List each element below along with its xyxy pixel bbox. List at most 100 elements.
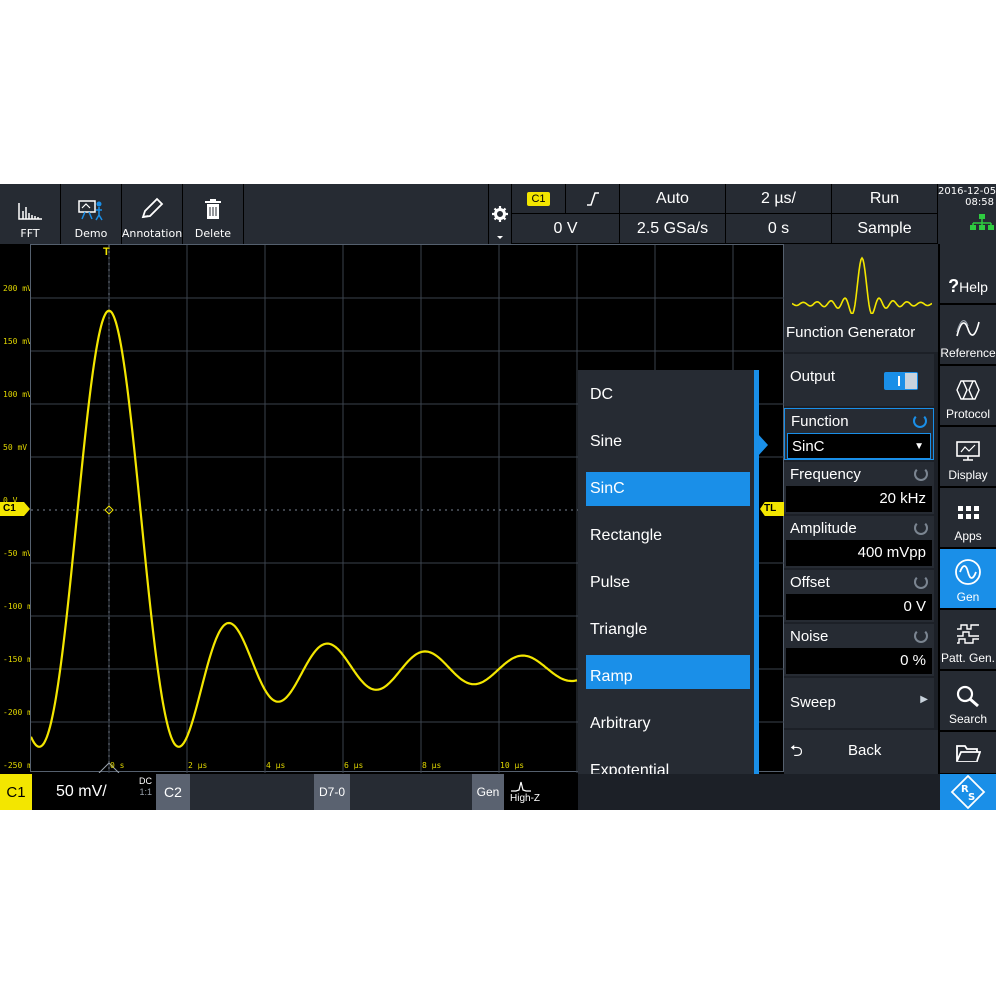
trigger-level-marker[interactable]: TL	[760, 502, 784, 516]
trigger-source-cell[interactable]: C1	[512, 184, 566, 214]
apps-icon	[958, 506, 979, 519]
function-option-arbitrary[interactable]: Arbitrary	[586, 707, 750, 741]
date-time: 2016-12-05 08:58	[938, 184, 996, 244]
sidenav-label: Apps	[954, 529, 982, 543]
gen-label[interactable]: Gen	[472, 774, 504, 810]
noise-input[interactable]: 0 %	[786, 648, 932, 674]
digital-channel-label[interactable]: D7-0	[314, 774, 350, 810]
pattern-icon	[957, 624, 979, 644]
function-option-sine[interactable]: Sine	[586, 425, 750, 459]
function-option-rectangle[interactable]: Rectangle	[586, 519, 750, 553]
sidenav-gen[interactable]: Gen	[940, 549, 996, 609]
acq-mode-cell[interactable]: Sample	[832, 214, 938, 244]
c1-coupling-value: DC	[139, 776, 152, 786]
function-row[interactable]: Function SinC ▼	[784, 408, 934, 460]
x-label: 8 µs	[422, 761, 442, 770]
gen-info[interactable]: High-Z	[504, 774, 578, 810]
function-value: SinC	[792, 438, 825, 455]
timebase-value: 2 µs/	[760, 189, 796, 207]
channel-offset-marker[interactable]: C1	[0, 502, 30, 516]
trigger-mode: Auto	[656, 189, 689, 207]
demo-button[interactable]: Demo	[61, 184, 122, 244]
timebase-cell[interactable]: 2 µs/	[726, 184, 832, 214]
sidenav-search[interactable]: Search	[940, 671, 996, 731]
search-icon	[956, 685, 979, 708]
gear-icon	[492, 206, 508, 239]
settings-button[interactable]	[488, 184, 512, 244]
c2-channel-label[interactable]: C2	[156, 774, 190, 810]
sidenav-label: Help	[959, 279, 988, 295]
reset-icon[interactable]	[913, 414, 927, 428]
trigger-level: 0 V	[553, 219, 578, 237]
trigger-mode-cell[interactable]: Auto	[620, 184, 726, 214]
gen-load: High-Z	[510, 792, 541, 804]
chevron-right-icon: ▶	[920, 694, 928, 705]
back-button[interactable]: ⮌ Back	[784, 730, 938, 774]
sidenav-protocol[interactable]: Protocol	[940, 366, 996, 426]
dropdown-pointer	[758, 434, 768, 456]
amplitude-input[interactable]: 400 mVpp	[786, 540, 932, 566]
c2-scale[interactable]	[190, 774, 314, 810]
sweep-row[interactable]: Sweep ▶	[784, 678, 934, 728]
bottom-empty	[578, 774, 940, 810]
trash-icon	[205, 199, 221, 219]
offset-row[interactable]: Offset 0 V	[784, 570, 934, 622]
help-icon: ?Help	[948, 276, 988, 296]
function-option-triangle[interactable]: Triangle	[586, 613, 750, 647]
function-select[interactable]: SinC ▼	[787, 433, 931, 459]
logo-button[interactable]: R S	[940, 774, 996, 810]
amplitude-label: Amplitude	[790, 520, 857, 537]
network-icon	[970, 214, 994, 230]
panel-header: Function Generator	[784, 244, 938, 352]
output-row[interactable]: Output	[784, 354, 934, 406]
function-option-pulse[interactable]: Pulse	[586, 566, 750, 600]
annotation-button[interactable]: Annotation	[122, 184, 183, 244]
back-arrow-icon: ⮌	[790, 743, 803, 760]
delete-label: Delete	[194, 227, 232, 240]
amplitude-row[interactable]: Amplitude 400 mVpp	[784, 516, 934, 568]
c1-scale[interactable]: 50 mV/ DC 1:1	[32, 774, 156, 810]
reset-icon[interactable]	[914, 575, 928, 589]
output-toggle[interactable]	[884, 372, 918, 390]
run-state-cell[interactable]: Run	[832, 184, 938, 214]
function-option-ramp[interactable]: Ramp	[586, 660, 750, 694]
trigger-slope-cell[interactable]	[566, 184, 620, 214]
annotation-label: Annotation	[121, 227, 183, 240]
function-label: Function	[791, 413, 849, 430]
trigger-level-cell[interactable]: 0 V	[512, 214, 620, 244]
sidenav-file[interactable]	[940, 732, 996, 774]
c1-channel-label[interactable]: C1	[0, 774, 32, 810]
sample-rate-cell[interactable]: 2.5 GSa/s	[620, 214, 726, 244]
function-option-dc[interactable]: DC	[586, 378, 750, 412]
demo-icon	[78, 200, 103, 221]
sidenav-apps[interactable]: Apps	[940, 488, 996, 548]
function-dropdown: DC Sine SinC Rectangle Pulse Triangle Ra…	[578, 370, 758, 810]
delete-button[interactable]: Delete	[183, 184, 244, 244]
sidenav-label: Display	[948, 468, 988, 482]
noise-row[interactable]: Noise 0 %	[784, 624, 934, 676]
reference-icon	[956, 320, 980, 337]
offset-input[interactable]: 0 V	[786, 594, 932, 620]
sidenav-reference[interactable]: Reference	[940, 305, 996, 365]
frequency-input[interactable]: 20 kHz	[786, 486, 932, 512]
sidenav-help[interactable]: ?Help	[940, 244, 996, 304]
bottom-status-bar: C1 50 mV/ DC 1:1 C2 D7-0 Gen High-Z R S	[0, 774, 996, 810]
function-generator-panel: Function Generator Output Function SinC …	[784, 244, 938, 774]
horizontal-position-cell[interactable]: 0 s	[726, 214, 832, 244]
sidenav-display[interactable]: Display	[940, 427, 996, 487]
fft-label: FFT	[20, 227, 40, 240]
fft-button[interactable]: FFT	[0, 184, 61, 244]
panel-title: Function Generator	[786, 324, 916, 341]
reset-icon[interactable]	[914, 629, 928, 643]
toolbar-empty-area	[244, 184, 488, 244]
output-label: Output	[790, 368, 836, 385]
frequency-row[interactable]: Frequency 20 kHz	[784, 462, 934, 514]
rising-edge-icon	[586, 191, 599, 206]
sidenav-label: Reference	[940, 346, 996, 360]
sidenav-pattern-gen[interactable]: Patt. Gen.	[940, 610, 996, 670]
x-label: 2 µs	[188, 761, 208, 770]
function-option-sinc[interactable]: SinC	[586, 472, 750, 506]
reset-icon[interactable]	[914, 467, 928, 481]
reset-icon[interactable]	[914, 521, 928, 535]
digital-channel-info[interactable]	[350, 774, 472, 810]
